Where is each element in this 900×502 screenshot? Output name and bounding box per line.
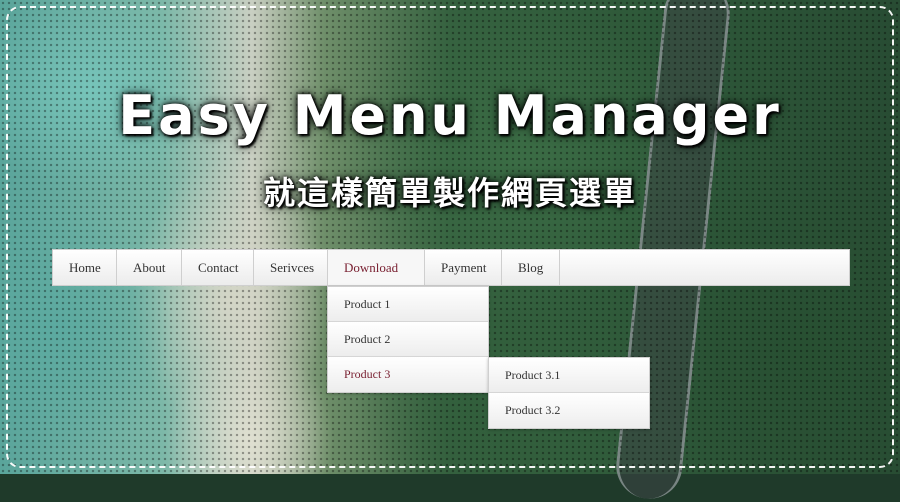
banner-subtitle: 就這樣簡單製作網頁選單 <box>262 174 637 212</box>
download-dropdown: Product 1 Product 2 Product 3 <box>327 286 489 393</box>
submenu-item-product-1[interactable]: Product 1 <box>328 287 488 322</box>
menu-item-services[interactable]: Serivces <box>254 250 328 285</box>
submenu-item-product-3[interactable]: Product 3 <box>328 357 488 392</box>
product-3-dropdown: Product 3.1 Product 3.2 <box>488 357 650 429</box>
menu-item-payment[interactable]: Payment <box>425 250 502 285</box>
menu-item-download[interactable]: Download <box>328 250 425 285</box>
main-menu-bar: Home About Contact Serivces Download Pay… <box>52 249 850 286</box>
menu-item-about[interactable]: About <box>117 250 182 285</box>
submenu-item-product-3-1[interactable]: Product 3.1 <box>489 358 649 393</box>
menu-item-blog[interactable]: Blog <box>502 250 560 285</box>
menu-item-contact[interactable]: Contact <box>182 250 254 285</box>
submenu-item-product-2[interactable]: Product 2 <box>328 322 488 357</box>
dashed-frame <box>6 6 894 468</box>
submenu-item-product-3-2[interactable]: Product 3.2 <box>489 393 649 428</box>
menu-item-home[interactable]: Home <box>53 250 117 285</box>
banner-title: Easy Menu Manager <box>118 84 782 147</box>
